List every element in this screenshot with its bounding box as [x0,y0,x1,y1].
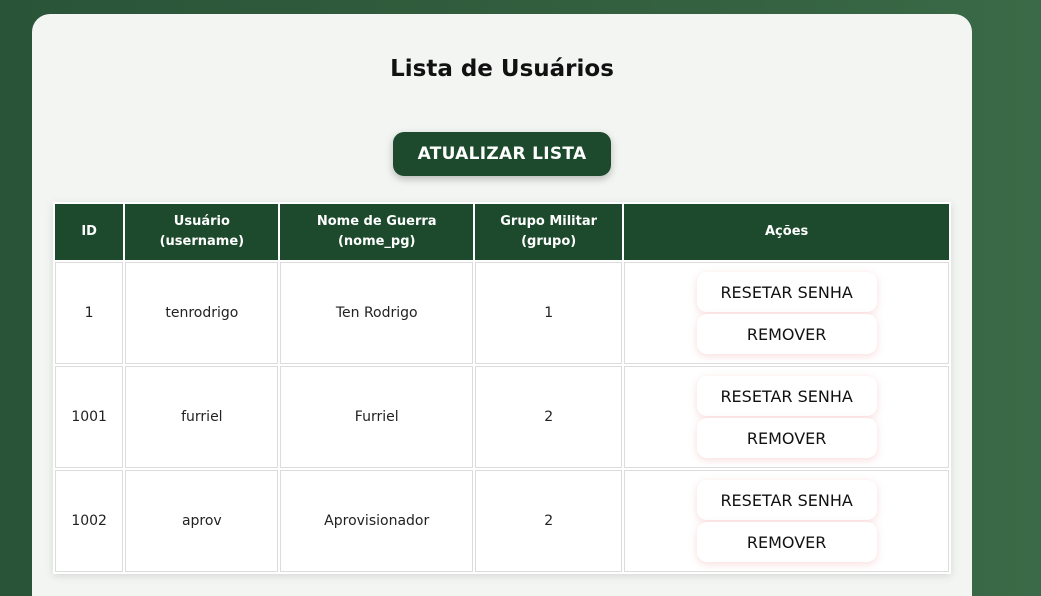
cell-grupo: 1 [475,262,623,364]
row-actions: RESETAR SENHA REMOVER [625,479,948,563]
cell-actions: RESETAR SENHA REMOVER [624,366,949,468]
cell-nome-pg: Furriel [280,366,474,468]
users-table-container: ID Usuário (username) Nome de Guerra (nome… [53,202,951,574]
table-row: 1002 aprov Aprovisionador 2 RESETAR SENH… [55,470,949,572]
cell-id: 1002 [55,470,124,572]
page-title: Lista de Usuários [390,56,614,82]
header-id: ID [55,204,124,260]
cell-grupo: 2 [475,366,623,468]
remove-user-button[interactable]: REMOVER [696,314,877,354]
table-row: 1 tenrodrigo Ten Rodrigo 1 RESETAR SENHA… [55,262,949,364]
reset-password-button[interactable]: RESETAR SENHA [696,376,877,416]
row-actions: RESETAR SENHA REMOVER [625,375,948,459]
cell-actions: RESETAR SENHA REMOVER [624,262,949,364]
cell-id: 1 [55,262,124,364]
cell-grupo: 2 [475,470,623,572]
cell-id: 1001 [55,366,124,468]
refresh-list-button[interactable]: ATUALIZAR LISTA [393,132,611,176]
users-card: Lista de Usuários ATUALIZAR LISTA ID Usu… [32,14,972,596]
reset-password-button[interactable]: RESETAR SENHA [696,272,877,312]
reset-password-button[interactable]: RESETAR SENHA [696,480,877,520]
header-nome-pg: Nome de Guerra (nome_pg) [280,204,474,260]
cell-username: aprov [125,470,279,572]
header-actions: Ações [624,204,949,260]
remove-user-button[interactable]: REMOVER [696,418,877,458]
cell-nome-pg: Aprovisionador [280,470,474,572]
header-grupo: Grupo Militar (grupo) [475,204,623,260]
row-actions: RESETAR SENHA REMOVER [625,271,948,355]
cell-actions: RESETAR SENHA REMOVER [624,470,949,572]
cell-username: tenrodrigo [125,262,279,364]
users-table: ID Usuário (username) Nome de Guerra (nome… [53,202,951,574]
cell-nome-pg: Ten Rodrigo [280,262,474,364]
remove-user-button[interactable]: REMOVER [696,522,877,562]
header-username: Usuário (username) [125,204,279,260]
cell-username: furriel [125,366,279,468]
table-header-row: ID Usuário (username) Nome de Guerra (nome… [55,204,949,260]
table-row: 1001 furriel Furriel 2 RESETAR SENHA REM… [55,366,949,468]
